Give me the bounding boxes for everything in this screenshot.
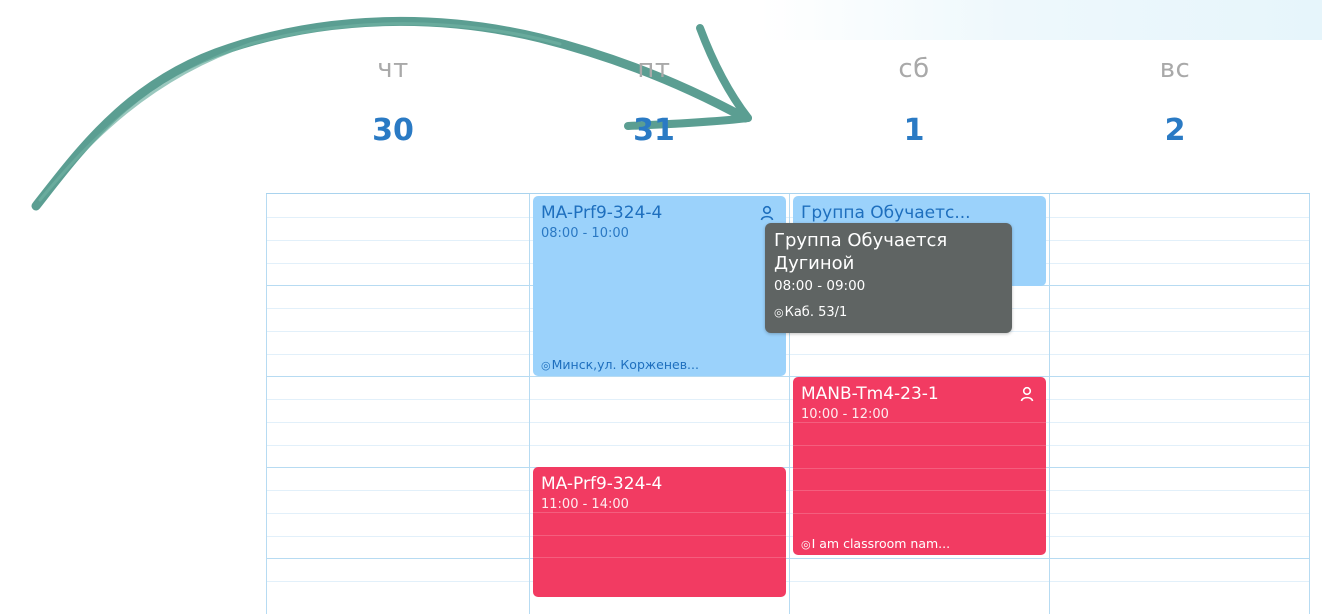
person-icon [1020, 386, 1034, 402]
column-divider [1309, 194, 1310, 614]
event-title: MANB-Tm4-23-1 [801, 384, 939, 404]
grid-line [266, 513, 1310, 514]
event-fri-morning[interactable]: MA-Prf9-324-4 08:00 - 10:00 ◎Минск,ул. К… [533, 196, 786, 376]
location-pin-icon: ◎ [774, 306, 784, 319]
grid-line [266, 445, 1310, 446]
event-location-text: Минск,ул. Корженев... [551, 357, 699, 372]
grid-line [266, 490, 1310, 491]
tooltip-title: Группа Обучается Дугиной [774, 230, 948, 274]
event-time: 08:00 - 10:00 [541, 226, 629, 241]
event-grid-line [793, 513, 1046, 514]
day-number-thu[interactable]: 30 [333, 113, 453, 148]
grid-line [266, 354, 1310, 355]
tooltip-location: ◎Каб. 53/1 [774, 304, 1003, 322]
background-glow [760, 0, 1322, 40]
day-name-sun: вс [1159, 54, 1191, 84]
event-tooltip: Группа Обучается Дугиной 08:00 - 09:00 ◎… [765, 223, 1012, 333]
event-grid-line [533, 557, 786, 558]
event-fri-midday[interactable]: MA-Prf9-324-4 11:00 - 14:00 [533, 467, 786, 597]
day-number-fri[interactable]: 31 [594, 113, 714, 148]
event-title: Группа Обучаетс... [801, 203, 971, 223]
event-location: ◎I am classroom nam... [801, 536, 1040, 551]
column-divider [266, 194, 267, 614]
event-grid-line [793, 468, 1046, 469]
grid-line [266, 399, 1310, 400]
grid-line [266, 581, 1310, 582]
event-time: 10:00 - 12:00 [801, 407, 889, 422]
day-number-sun[interactable]: 2 [1115, 113, 1235, 148]
column-divider [529, 194, 530, 614]
grid-line-hour [266, 376, 1310, 377]
grid-line [266, 217, 1310, 218]
event-grid-line [793, 445, 1046, 446]
day-name-fri: пт [637, 54, 671, 84]
person-icon [760, 205, 774, 221]
event-location: ◎Минск,ул. Корженев... [541, 357, 780, 372]
grid-line-hour [266, 558, 1310, 559]
event-time: 11:00 - 14:00 [541, 497, 629, 512]
day-name-sat: сб [898, 54, 930, 84]
tooltip-location-text: Каб. 53/1 [784, 305, 848, 320]
event-grid-line [793, 490, 1046, 491]
event-location-text: I am classroom nam... [811, 536, 951, 551]
location-pin-icon: ◎ [801, 538, 811, 551]
event-title: MA-Prf9-324-4 [541, 474, 663, 494]
tooltip-time: 08:00 - 09:00 [774, 278, 866, 294]
grid-line [266, 536, 1310, 537]
event-title: MA-Prf9-324-4 [541, 203, 663, 223]
day-name-thu: чт [377, 54, 409, 84]
day-number-sat[interactable]: 1 [854, 113, 974, 148]
grid-line [266, 422, 1310, 423]
event-grid-line [533, 535, 786, 536]
grid-line-hour [266, 467, 1310, 468]
column-divider [1049, 194, 1050, 614]
event-sat-manb[interactable]: MANB-Tm4-23-1 10:00 - 12:00 ◎I am classr… [793, 377, 1046, 555]
location-pin-icon: ◎ [541, 359, 551, 372]
